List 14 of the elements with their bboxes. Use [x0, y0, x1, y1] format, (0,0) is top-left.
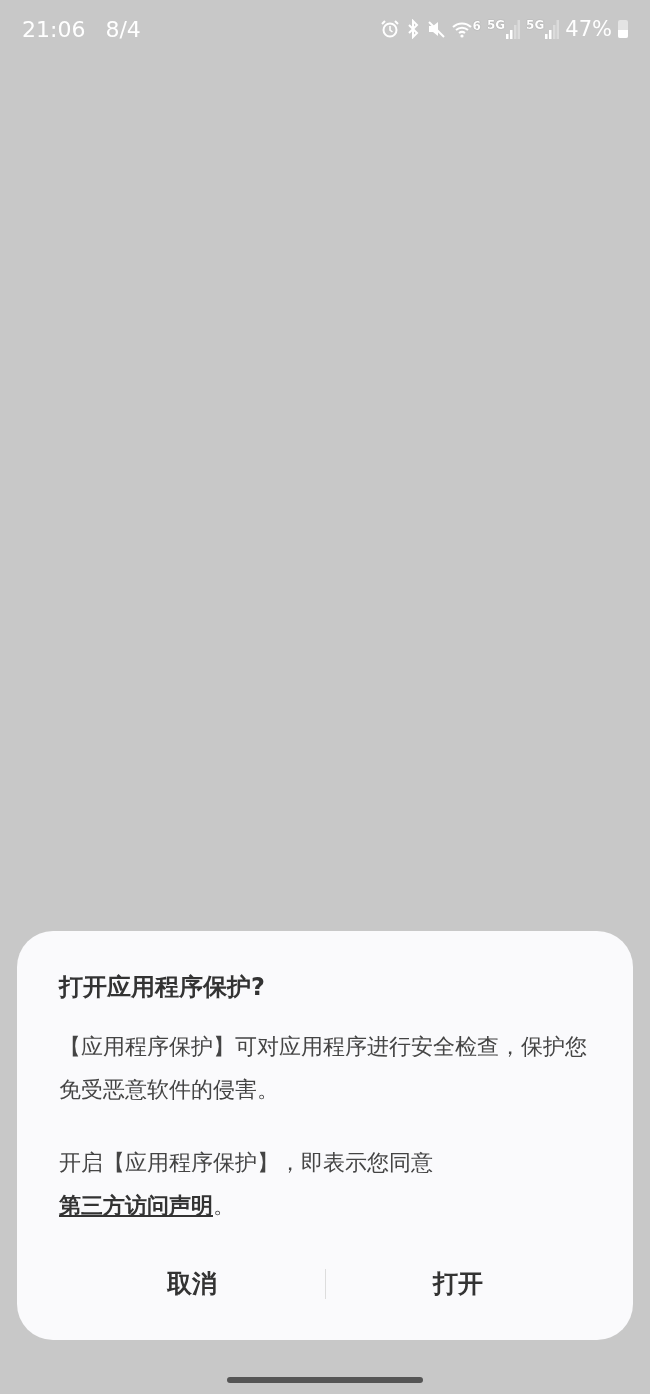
signal-icon: [545, 19, 560, 39]
bluetooth-icon: [405, 19, 420, 39]
signal-icon: [506, 19, 521, 39]
confirm-button[interactable]: 打开: [325, 1257, 591, 1310]
mute-icon: [425, 19, 446, 39]
battery-icon: [618, 20, 628, 38]
dialog-message: 【应用程序保护】可对应用程序进行安全检查，保护您免受恶意软件的侵害。: [59, 1033, 588, 1104]
dialog-title: 打开应用程序保护?: [59, 972, 266, 1003]
cancel-button[interactable]: 取消: [59, 1257, 325, 1310]
dialog-message: 开启【应用程序保护】，即表示您同意 第三方访问声明。: [59, 1149, 434, 1220]
wifi-icon: [451, 20, 472, 38]
alarm-icon: [379, 19, 400, 39]
terms-link[interactable]: 第三方访问声明: [59, 1193, 213, 1218]
home-indicator[interactable]: [227, 1377, 423, 1383]
